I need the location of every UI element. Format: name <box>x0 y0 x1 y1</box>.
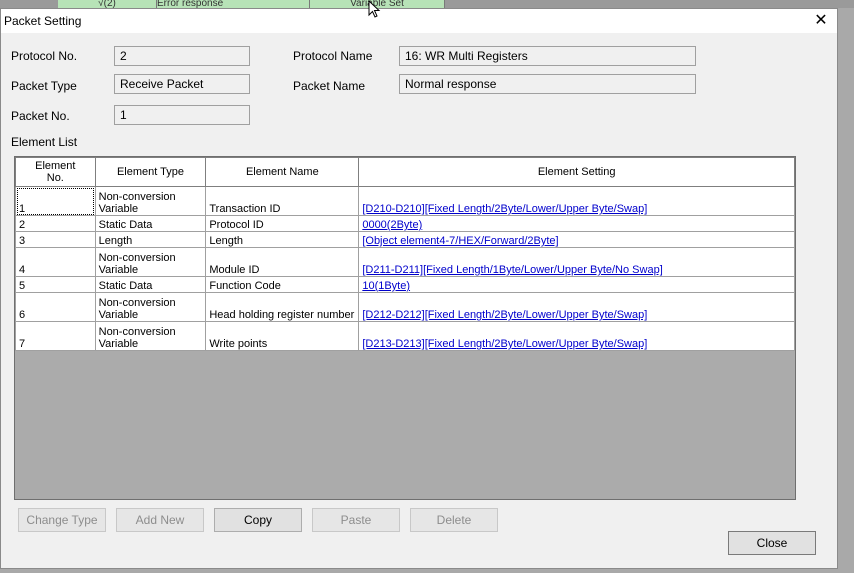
add-new-button[interactable]: Add New <box>116 508 204 532</box>
background-cell: Error response <box>157 0 310 8</box>
row-name: Protocol ID <box>205 215 360 232</box>
row-type: Static Data <box>94 276 207 293</box>
protocol-name-label: Protocol Name <box>293 49 373 63</box>
row-name: Function Code <box>205 276 360 293</box>
row-no: 2 <box>15 215 96 232</box>
packet-no-field: 1 <box>114 105 250 125</box>
row-setting[interactable]: [D213-D213][Fixed Length/2Byte/Lower/Upp… <box>358 321 795 351</box>
close-icon[interactable]: ✕ <box>811 11 831 31</box>
row-no: 1 <box>15 186 96 216</box>
element-setting-link[interactable]: [D213-D213][Fixed Length/2Byte/Lower/Upp… <box>362 338 647 350</box>
element-list-grid[interactable]: Element No. Element Type Element Name Ele… <box>14 156 796 500</box>
table-row[interactable]: 2 Static Data Protocol ID 0000(2Byte) <box>15 215 795 232</box>
packet-type-field: Receive Packet <box>114 74 250 94</box>
row-type: Non-conversion Variable <box>94 186 207 216</box>
row-type: Static Data <box>94 215 207 232</box>
row-no: 6 <box>15 292 96 322</box>
element-setting-link[interactable]: [D211-D211][Fixed Length/1Byte/Lower/Upp… <box>362 264 662 276</box>
header-element-name[interactable]: Element Name <box>205 157 360 187</box>
protocol-no-field: 2 <box>114 46 250 66</box>
element-table: Element No. Element Type Element Name Ele… <box>15 157 795 351</box>
title-bar: Packet Setting ✕ <box>1 9 837 33</box>
background-cell: √(2) <box>58 0 157 8</box>
delete-button[interactable]: Delete <box>410 508 498 532</box>
row-setting[interactable]: [D210-D210][Fixed Length/2Byte/Lower/Upp… <box>358 186 795 216</box>
row-setting[interactable]: [D211-D211][Fixed Length/1Byte/Lower/Upp… <box>358 247 795 277</box>
row-name: Transaction ID <box>205 186 360 216</box>
element-setting-link[interactable]: [D212-D212][Fixed Length/2Byte/Lower/Upp… <box>362 309 647 321</box>
row-no: 5 <box>15 276 96 293</box>
packet-setting-dialog: Packet Setting ✕ Protocol No. 2 Packet T… <box>0 8 838 569</box>
protocol-name-field: 16: WR Multi Registers <box>399 46 696 66</box>
header-element-no[interactable]: Element No. <box>15 157 96 187</box>
row-type: Length <box>94 231 207 248</box>
row-name: Module ID <box>205 247 360 277</box>
row-name: Write points <box>205 321 360 351</box>
element-setting-link[interactable]: 0000(2Byte) <box>362 219 422 231</box>
protocol-no-label: Protocol No. <box>11 49 78 63</box>
table-row[interactable]: 6 Non-conversion Variable Head holding re… <box>15 292 795 322</box>
row-no: 3 <box>15 231 96 248</box>
table-row[interactable]: 5 Static Data Function Code 10(1Byte) <box>15 276 795 293</box>
background-app-strip: √(2) Error response Variable Set <box>0 0 854 8</box>
table-row[interactable]: 1 Non-conversion Variable Transaction ID … <box>15 186 795 216</box>
mouse-cursor-icon <box>368 0 381 18</box>
packet-type-label: Packet Type <box>11 79 77 93</box>
row-no: 4 <box>15 247 96 277</box>
copy-button[interactable]: Copy <box>214 508 302 532</box>
table-row[interactable]: 4 Non-conversion Variable Module ID [D211… <box>15 247 795 277</box>
element-setting-link[interactable]: [D210-D210][Fixed Length/2Byte/Lower/Upp… <box>362 203 647 215</box>
packet-no-label: Packet No. <box>11 109 70 123</box>
row-setting[interactable]: [Object element4-7/HEX/Forward/2Byte] <box>358 231 795 248</box>
row-setting[interactable]: 10(1Byte) <box>358 276 795 293</box>
row-setting[interactable]: 0000(2Byte) <box>358 215 795 232</box>
packet-name-field: Normal response <box>399 74 696 94</box>
paste-button[interactable]: Paste <box>312 508 400 532</box>
table-row[interactable]: 3 Length Length [Object element4-7/HEX/F… <box>15 231 795 248</box>
close-button[interactable]: Close <box>728 531 816 555</box>
row-type: Non-conversion Variable <box>94 292 207 322</box>
row-type: Non-conversion Variable <box>94 321 207 351</box>
row-name: Length <box>205 231 360 248</box>
row-name: Head holding register number <box>205 292 360 322</box>
header-element-type[interactable]: Element Type <box>94 157 207 187</box>
packet-name-label: Packet Name <box>293 79 366 93</box>
row-no: 7 <box>15 321 96 351</box>
element-list-label: Element List <box>11 135 78 149</box>
header-element-setting[interactable]: Element Setting <box>358 157 795 187</box>
dialog-title: Packet Setting <box>4 14 82 28</box>
table-row[interactable]: 7 Non-conversion Variable Write points [D… <box>15 321 795 351</box>
element-setting-link[interactable]: [Object element4-7/HEX/Forward/2Byte] <box>362 235 558 247</box>
row-type: Non-conversion Variable <box>94 247 207 277</box>
row-setting[interactable]: [D212-D212][Fixed Length/2Byte/Lower/Upp… <box>358 292 795 322</box>
element-setting-link[interactable]: 10(1Byte) <box>362 280 410 292</box>
change-type-button[interactable]: Change Type <box>18 508 106 532</box>
